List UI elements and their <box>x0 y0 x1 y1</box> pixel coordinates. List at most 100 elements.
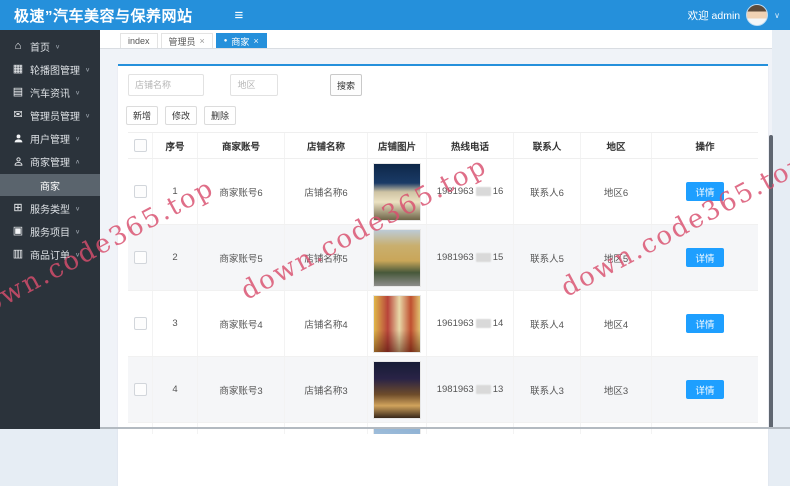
tab-index[interactable]: index <box>120 33 158 48</box>
add-button[interactable]: 新增 <box>126 106 159 125</box>
table-row: 1 商家账号6 店铺名称6 1981963 16 联系人6 地区6 详情 <box>128 159 758 225</box>
detail-button[interactable]: 详情 <box>686 380 724 399</box>
sidebar-item-label: 用户管理 <box>30 135 70 146</box>
tab-admin[interactable]: 管理员 × <box>160 33 213 48</box>
account-cell: 商家账号5 <box>198 225 285 290</box>
col-contact: 联系人 <box>514 133 581 158</box>
account-cell: 商家账号4 <box>198 291 285 356</box>
sidebar-item-service-item[interactable]: ▣ 服务项目 ∨ <box>0 220 100 243</box>
col-account: 商家账号 <box>198 133 285 158</box>
hamburger-icon[interactable]: ≡ <box>235 8 244 23</box>
region-cell: 地区6 <box>581 159 652 224</box>
row-checkbox[interactable] <box>133 317 147 330</box>
chevron-down-icon: ∨ <box>75 251 81 258</box>
sidebar-item-label: 服务项目 <box>30 228 70 239</box>
detail-button[interactable]: 详情 <box>686 248 724 267</box>
chevron-down-icon: ∨ <box>75 205 81 212</box>
chevron-down-icon[interactable]: ∨ <box>774 11 780 20</box>
col-action: 操作 <box>695 141 715 153</box>
phone-suffix: 13 <box>492 384 504 395</box>
avatar[interactable] <box>746 4 769 26</box>
region-cell: 地区4 <box>581 291 652 356</box>
site-title: 极速”汽车美容与保养网站 <box>14 7 193 25</box>
close-icon[interactable]: × <box>253 36 258 46</box>
sidebar-item-orders[interactable]: ▥ 商品订单 ∨ <box>0 243 100 266</box>
row-checkbox[interactable] <box>133 251 147 264</box>
sidebar-item-label: 首页 <box>30 43 50 54</box>
seq-cell: 1 <box>153 159 198 224</box>
col-shop-image: 店铺图片 <box>368 133 427 158</box>
merchant-table: 序号 商家账号 店铺名称 店铺图片 热线电话 联系人 地区 操作 1 商家账号6… <box>128 132 758 434</box>
envelope-icon: ✉ <box>13 109 23 121</box>
contact-cell: 联系人4 <box>514 291 581 356</box>
user-icon <box>11 133 25 144</box>
home-icon: ⌂ <box>14 40 22 52</box>
account-cell: 商家账号3 <box>198 357 285 422</box>
shop-photo <box>373 360 421 419</box>
shop-photo <box>373 294 421 353</box>
window-icon: ▣ <box>12 225 24 237</box>
sidebar-subitem-merchant[interactable]: 商家 <box>0 174 100 196</box>
chevron-up-icon: ∧ <box>75 158 81 165</box>
sidebar-item-car-news[interactable]: ▤ 汽车资讯 ∨ <box>0 81 100 104</box>
sidebar-item-admin-mgmt[interactable]: ✉ 管理员管理 ∨ <box>0 104 100 127</box>
tab-merchant[interactable]: ● 商家 × <box>215 33 267 48</box>
delete-button[interactable]: 删除 <box>204 106 237 125</box>
news-icon: ▤ <box>12 86 24 98</box>
region-input[interactable] <box>230 74 279 96</box>
sidebar-item-user-mgmt[interactable]: 用户管理 ∨ <box>0 127 100 150</box>
sidebar-item-carousel[interactable]: ▦ 轮播图管理 ∨ <box>0 58 100 81</box>
phone-prefix: 1981963 <box>436 384 474 395</box>
carousel-icon: ▦ <box>12 63 24 75</box>
detail-button[interactable]: 详情 <box>686 314 724 333</box>
row-checkbox[interactable] <box>133 185 147 198</box>
col-shop-name: 店铺名称 <box>285 133 368 158</box>
close-icon[interactable]: × <box>200 36 205 46</box>
search-button[interactable]: 搜索 <box>330 74 362 96</box>
chevron-down-icon: ∨ <box>85 66 91 73</box>
orders-icon: ▥ <box>12 248 24 260</box>
sidebar-item-home[interactable]: ⌂ 首页 ∨ <box>0 35 100 58</box>
contact-cell: 联系人5 <box>514 225 581 290</box>
sidebar-item-merchant-mgmt[interactable]: 商家管理 ∧ <box>0 150 100 173</box>
row-checkbox[interactable] <box>133 383 147 396</box>
phone-prefix: 1981963 <box>436 252 474 263</box>
phone-suffix: 15 <box>492 252 504 263</box>
shop-name-cell: 店铺名称3 <box>285 357 368 422</box>
phone-cell: 1961963 14 <box>427 291 514 356</box>
region-cell: 地区3 <box>581 357 652 422</box>
vertical-scrollbar[interactable] <box>769 135 773 429</box>
phone-redaction <box>475 319 491 328</box>
phone-suffix: 14 <box>492 318 504 329</box>
detail-button[interactable]: 详情 <box>686 182 724 201</box>
phone-redaction <box>475 253 491 262</box>
main-area: index 管理员 × ● 商家 × 搜索 新增 修改 删除 序号 商家账号 <box>100 30 772 486</box>
select-all-checkbox[interactable] <box>133 139 147 152</box>
seq-cell: 4 <box>153 357 198 422</box>
region-cell: 地区5 <box>581 225 652 290</box>
sidebar-item-service-type[interactable]: ⊞ 服务类型 ∨ <box>0 197 100 220</box>
shop-name-cell: 店铺名称4 <box>285 291 368 356</box>
sidebar-item-label: 商家管理 <box>30 158 70 169</box>
table-row: 2 商家账号5 店铺名称5 1981963 15 联系人5 地区5 详情 <box>128 225 758 291</box>
phone-cell: 1981963 15 <box>427 225 514 290</box>
shop-photo <box>373 228 421 287</box>
grid-icon: ⊞ <box>13 202 23 214</box>
sidebar-item-label: 商品订单 <box>30 251 70 262</box>
phone-cell: 1981963 16 <box>427 159 514 224</box>
col-region: 地区 <box>581 133 652 158</box>
sidebar-item-label: 管理员管理 <box>30 112 80 123</box>
welcome-text: 欢迎 admin <box>687 9 741 22</box>
shop-name-input[interactable] <box>128 74 204 96</box>
chevron-down-icon: ∨ <box>75 135 81 142</box>
col-seq: 序号 <box>153 133 198 158</box>
user-area[interactable]: 欢迎 admin ∨ <box>688 0 780 30</box>
chevron-down-icon: ∨ <box>85 112 91 119</box>
account-cell: 商家账号6 <box>198 159 285 224</box>
seq-cell: 2 <box>153 225 198 290</box>
chevron-down-icon: ∨ <box>75 89 81 96</box>
contact-cell: 联系人3 <box>514 357 581 422</box>
action-buttons: 新增 修改 删除 <box>126 106 237 125</box>
chevron-down-icon: ∨ <box>75 228 81 235</box>
edit-button[interactable]: 修改 <box>165 106 198 125</box>
